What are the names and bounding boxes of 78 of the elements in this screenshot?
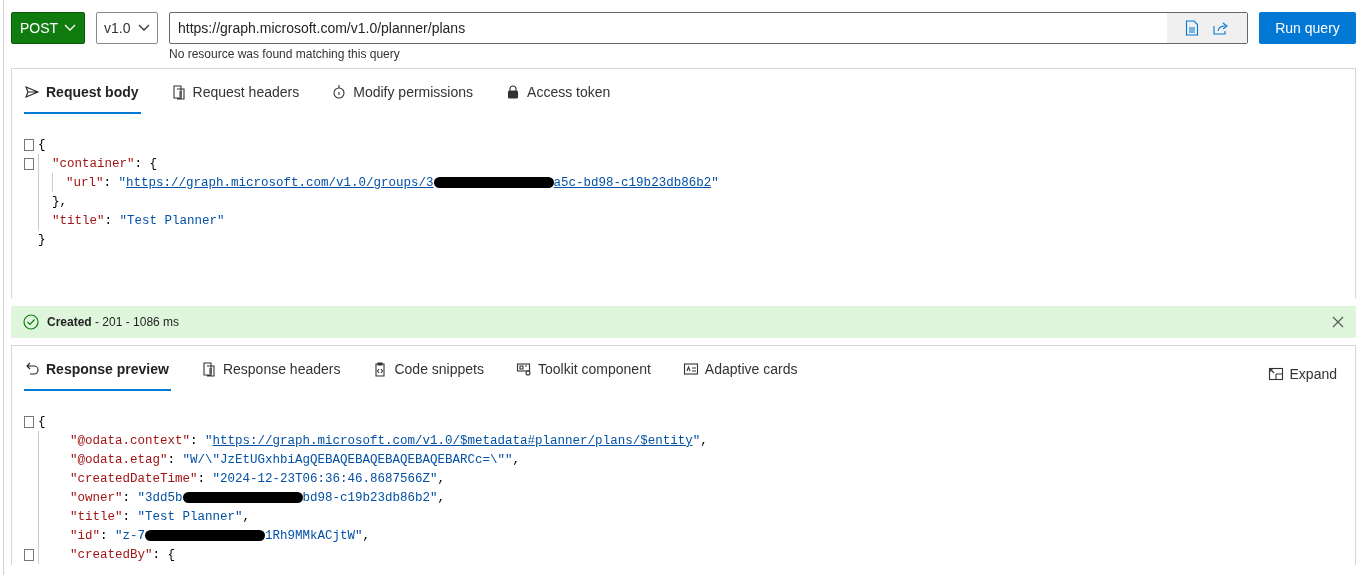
json-punctuation: : bbox=[122, 490, 132, 505]
json-key: "title" bbox=[52, 213, 105, 228]
json-value: "z-7 bbox=[115, 528, 146, 543]
fold-toggle[interactable] bbox=[24, 138, 34, 151]
document-icon[interactable] bbox=[1185, 20, 1199, 36]
version-dropdown[interactable]: v1.0 bbox=[96, 12, 158, 44]
expand-icon bbox=[1267, 366, 1284, 382]
json-punctuation: : { bbox=[134, 156, 158, 171]
component-icon bbox=[516, 361, 532, 377]
chevron-down-icon bbox=[64, 24, 76, 32]
json-punctuation: , bbox=[362, 528, 371, 543]
json-punctuation: : bbox=[104, 213, 114, 228]
hint-text: No resource was found matching this query bbox=[169, 47, 400, 61]
json-value: "2024-12-23T06:36:46.8687566Z" bbox=[212, 471, 438, 486]
document-icon bbox=[200, 361, 217, 377]
json-key: "container" bbox=[52, 156, 135, 171]
link[interactable]: https://graph.microsoft.com/v1.0/groups/3 bbox=[126, 175, 434, 190]
json-punctuation: }, bbox=[52, 194, 67, 209]
json-punctuation: : bbox=[103, 175, 113, 190]
json-value: " bbox=[118, 175, 127, 190]
json-punctuation: : bbox=[167, 452, 177, 467]
json-value: " bbox=[205, 433, 213, 448]
check-circle-icon bbox=[23, 314, 39, 330]
tab[interactable]: Toolkit component bbox=[516, 357, 653, 391]
json-key: "id" bbox=[70, 528, 100, 543]
send-icon bbox=[24, 84, 40, 100]
close-icon[interactable] bbox=[1332, 316, 1344, 328]
json-value: "Test Planner" bbox=[119, 213, 225, 228]
json-key: "@odata.context" bbox=[70, 433, 191, 448]
tab[interactable]: Request headers bbox=[170, 80, 302, 114]
json-value: bd98-c19b23db86b2" bbox=[302, 490, 438, 505]
json-value: 1Rh9MMkACjtW" bbox=[265, 528, 363, 543]
json-punctuation: , bbox=[242, 509, 251, 524]
expand-button[interactable]: Expand bbox=[1261, 365, 1343, 383]
json-punctuation: : { bbox=[152, 547, 176, 562]
json-punctuation: , bbox=[512, 452, 521, 467]
json-key: "createdDateTime" bbox=[70, 471, 198, 486]
json-punctuation: } bbox=[38, 232, 46, 247]
json-key: "createdBy" bbox=[70, 547, 153, 562]
run-query-button[interactable]: Run query bbox=[1259, 12, 1356, 44]
tab[interactable]: Adaptive cards bbox=[682, 357, 800, 391]
tab[interactable]: Response preview bbox=[24, 357, 171, 391]
json-punctuation: , bbox=[437, 490, 446, 505]
link[interactable]: https://graph.microsoft.com/v1.0/$metadata#planner/plans/$entity bbox=[212, 433, 693, 448]
tab[interactable]: Access token bbox=[505, 80, 613, 114]
link[interactable]: a5c-bd98-c19b23db86b2 bbox=[553, 175, 712, 190]
tab[interactable]: Modify permissions bbox=[331, 80, 476, 114]
json-key: "@odata.etag" bbox=[70, 452, 168, 467]
method-dropdown[interactable]: POST bbox=[11, 12, 85, 44]
tab[interactable]: Response headers bbox=[200, 357, 343, 391]
document-icon bbox=[170, 84, 187, 100]
fold-toggle[interactable] bbox=[24, 548, 34, 561]
json-punctuation: : bbox=[122, 509, 132, 524]
json-punctuation: : bbox=[100, 528, 109, 543]
json-punctuation: { bbox=[38, 137, 46, 152]
json-key: "owner" bbox=[70, 490, 123, 505]
json-punctuation: , bbox=[437, 471, 446, 486]
status-text: Created - 201 - 1086 ms bbox=[47, 315, 180, 329]
fold-toggle[interactable] bbox=[24, 157, 34, 170]
url-field[interactable]: https://graph.microsoft.com/v1.0/planner/plans bbox=[169, 12, 1248, 44]
json-value: " bbox=[711, 175, 719, 190]
json-value: " bbox=[692, 433, 701, 448]
share-icon[interactable] bbox=[1213, 21, 1229, 35]
json-key: "url" bbox=[66, 175, 104, 190]
json-punctuation: : bbox=[190, 433, 199, 448]
json-value: "W/\"JzEtUGxhbiAgQEBAQEBAQEBAQEBAQEBARCc=\"" bbox=[182, 452, 513, 467]
json-value: "3dd5b bbox=[137, 490, 183, 505]
tab[interactable]: Code snippets bbox=[372, 357, 486, 391]
tab[interactable]: Request body bbox=[24, 80, 141, 114]
json-punctuation: : bbox=[197, 471, 207, 486]
chevron-down-icon bbox=[138, 24, 150, 32]
json-key: "title" bbox=[70, 509, 123, 524]
card-icon bbox=[682, 361, 699, 377]
undo-arrow-icon bbox=[24, 361, 40, 377]
json-punctuation: , bbox=[700, 433, 708, 448]
fold-toggle[interactable] bbox=[24, 415, 34, 428]
json-punctuation: { bbox=[38, 414, 46, 429]
json-value: "Test Planner" bbox=[137, 509, 243, 524]
